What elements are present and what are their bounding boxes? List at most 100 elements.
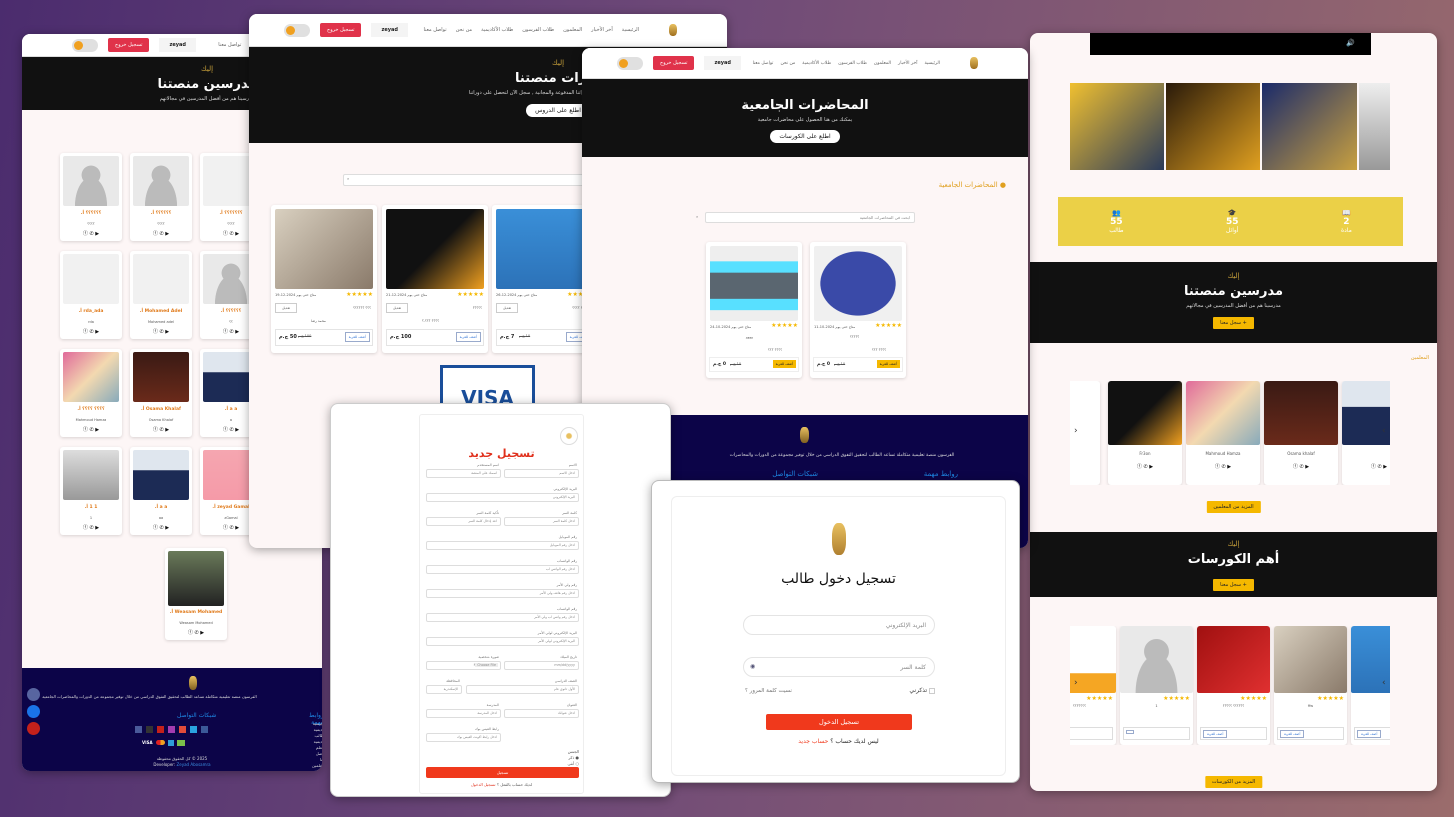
carousel-next[interactable]: › — [1382, 426, 1386, 436]
course-card[interactable]: ★★★★★ متاح حتى يوم 2024-12-19 ؟؟؟ ؟؟؟؟؟؟ تع… — [271, 205, 377, 353]
footer-link[interactable]: أكاديمية الطالب — [312, 727, 322, 739]
nav-link-teachers[interactable]: المعلمون — [874, 61, 891, 66]
teacher-card[interactable]: a a أ. aa ▶ ✆ ⓕ — [130, 447, 192, 535]
teacher-card[interactable]: Weasam Mohamed أ. Weasam Mohamed ▶ ✆ ⓕ — [165, 548, 227, 640]
youtube-icon[interactable]: ▶ — [1226, 464, 1231, 470]
teacher-card[interactable]: rda_ada أ. rda ▶ ✆ ⓕ — [60, 251, 122, 339]
more-courses-button[interactable]: المزيد من الكورسات — [1204, 768, 1263, 788]
youtube-icon[interactable]: ▶ — [94, 427, 99, 433]
add-to-cart-button[interactable] — [1126, 730, 1134, 734]
logout-button[interactable]: تسجيل خروج — [108, 38, 150, 52]
password-field[interactable]: كلمة السر ◉ — [743, 657, 935, 677]
register-input[interactable]: ادخل عنوانك — [504, 709, 579, 718]
gender-female[interactable]: ○ أنثى — [567, 761, 579, 766]
login-link[interactable]: تسجيل الدخول — [471, 782, 496, 787]
youtube-icon[interactable]: ▶ — [234, 329, 239, 335]
choose-file-button[interactable]: Choose File — [475, 663, 498, 667]
teacher-card[interactable]: Mohamed Adel أ. Mohamed adel ▶ ✆ ⓕ — [130, 251, 192, 339]
logout-button[interactable]: تسجيل خروج — [320, 23, 362, 37]
add-to-cart-button[interactable]: أضف للعربة — [1203, 730, 1228, 738]
messenger-icon[interactable] — [27, 705, 40, 718]
theme-toggle[interactable] — [72, 38, 98, 52]
youtube-icon[interactable]: ▶ — [199, 630, 204, 636]
view-courses-button[interactable]: اطلع على الكورسات — [770, 130, 840, 143]
youtube-float-icon[interactable] — [27, 722, 40, 735]
nav-link-news[interactable]: آخر الأخبار — [898, 61, 917, 66]
youtube-icon[interactable]: ▶ — [234, 525, 239, 531]
teacher-card[interactable]: ؟؟؟؟ ؟؟؟؟ أ. Mahmoud Hamza ▶ ✆ ⓕ — [60, 349, 122, 437]
edit-button[interactable]: تعديل — [275, 303, 298, 313]
youtube-icon[interactable]: ▶ — [234, 231, 239, 237]
register-input[interactable]: اسمك على المنصة — [426, 469, 501, 478]
add-to-cart-button[interactable]: أضف للعربة — [1280, 730, 1305, 738]
nav-link-students[interactable]: طلاب الفرسون — [838, 61, 867, 66]
carousel-prev[interactable]: ‹ — [1074, 678, 1078, 688]
nav-link-home[interactable]: الرئيسية — [622, 27, 639, 33]
eye-icon[interactable]: ◉ — [750, 663, 755, 670]
github-icon[interactable] — [146, 726, 153, 733]
submit-button[interactable]: تسجيل — [426, 767, 579, 778]
register-input[interactable]: ادخل رقم الموبايل — [426, 541, 579, 550]
add-to-cart-button[interactable]: أضف للعربة — [772, 360, 796, 368]
search-input[interactable]: ⌕ — [343, 174, 590, 186]
developer-link[interactable]: Zeyad Abosamra — [177, 762, 211, 767]
register-input[interactable]: ادخل كلمة السر — [504, 517, 579, 526]
register-input[interactable]: ادخل رقم الواتس اب — [426, 565, 579, 574]
email-icon[interactable] — [135, 726, 142, 733]
footer-link[interactable]: المعلمين — [312, 763, 322, 769]
course-card[interactable]: ★★★★★ 1 — [1120, 626, 1193, 745]
volume-icon[interactable]: 🔊 — [1346, 39, 1355, 47]
discord-icon[interactable] — [27, 688, 40, 701]
youtube-icon[interactable]: ▶ — [1148, 464, 1153, 470]
add-to-cart-button[interactable]: أضف للعربة — [344, 332, 370, 342]
register-input[interactable]: mm/dd/yyyy — [504, 661, 579, 670]
add-to-cart-button[interactable]: أضف للعربة — [455, 332, 481, 342]
course-card[interactable]: ★★★★★ متاح حتى يوم 2024-12-21 ؟؟؟؟؟ تعديل ؟؟… — [382, 205, 488, 353]
course-card[interactable]: ★★★★★ ffw أضف للعربة — [1274, 626, 1347, 745]
course-card[interactable]: ★★★★★ ؟؟؟؟؟؟ ؟؟؟؟؟ أضف للعربة — [1197, 626, 1270, 745]
nav-link-home[interactable]: الرئيسية — [925, 61, 941, 66]
teacher-card[interactable]: ؟؟؟؟؟؟ أ. ؟؟؟؟ ▶ ✆ ⓕ — [60, 153, 122, 241]
teacher-card[interactable]: Mahmoud Hamza ▶ ✆ ⓕ — [1186, 381, 1260, 485]
user-menu[interactable]: zeyad — [159, 38, 196, 52]
gender-male[interactable]: ● ذكر — [568, 755, 579, 760]
carousel-next[interactable]: › — [1382, 678, 1386, 688]
register-input[interactable]: ادخل رقم واتس اب ولي الأمر — [426, 613, 579, 622]
nav-link-contact[interactable]: تواصل معنا — [424, 27, 447, 33]
add-to-cart-button[interactable]: أضف للعربة — [1357, 730, 1382, 738]
join-button[interactable]: + سجل معنا — [1213, 317, 1254, 329]
youtube-icon[interactable]: ▶ — [164, 525, 169, 531]
youtube-icon[interactable]: ▶ — [164, 329, 169, 335]
footer-link[interactable]: تواصل معنا — [312, 751, 322, 763]
teacher-card[interactable]: Osama Khalaf أ. Osama Khalaf ▶ ✆ ⓕ — [130, 349, 192, 437]
register-input[interactable]: ادخل الاسم — [504, 469, 579, 478]
theme-toggle[interactable] — [617, 56, 643, 70]
teacher-card[interactable]: 1 1 أ. 1 ▶ ✆ ⓕ — [60, 447, 122, 535]
tiktok-icon[interactable] — [179, 726, 186, 733]
nav-link-about[interactable]: من نحن — [780, 61, 795, 66]
instagram-icon[interactable] — [168, 726, 175, 733]
youtube-icon[interactable]: ▶ — [94, 525, 99, 531]
register-input[interactable]: البريد الإلكتروني — [426, 493, 579, 502]
youtube-icon[interactable] — [157, 726, 164, 733]
more-teachers-button[interactable]: المزيد من المعلمين — [1206, 493, 1261, 513]
nav-link-about[interactable]: من نحن — [456, 27, 473, 33]
register-input[interactable]: الإسكندرية — [426, 685, 462, 694]
user-menu[interactable]: zeyad — [704, 56, 741, 70]
nav-link-academy[interactable]: طلاب الأكاديمية — [802, 61, 831, 66]
logo[interactable] — [669, 24, 677, 36]
register-input[interactable]: ادخل رابط اكونت الفيس بوك — [426, 733, 501, 742]
register-input[interactable]: البريد الإلكتروني لولي الأمر — [426, 637, 579, 646]
remember-me[interactable]: تذكرني — [909, 687, 935, 694]
teacher-card[interactable]: Osama khalaf ▶ ✆ ⓕ — [1264, 381, 1338, 485]
youtube-icon[interactable]: ▶ — [94, 231, 99, 237]
lecture-card[interactable]: ★★★★★ متاح حتى يوم 2024-10-24 وووو ؟؟؟؟ ؟؟؟… — [706, 242, 802, 378]
user-menu[interactable]: zeyad — [371, 23, 408, 37]
register-input[interactable]: اعد إدخال كلمة السر — [426, 517, 501, 526]
search-input[interactable]: ابحث في المحاضرات الجامعية ⌕ — [696, 212, 915, 223]
facebook-icon[interactable] — [201, 726, 208, 733]
youtube-icon[interactable]: ▶ — [234, 427, 239, 433]
teacher-card[interactable]: Fr3on ▶ ✆ ⓕ — [1108, 381, 1182, 485]
logo[interactable] — [970, 57, 978, 69]
nav-link-students[interactable]: طلاب الفرسون — [522, 27, 554, 33]
